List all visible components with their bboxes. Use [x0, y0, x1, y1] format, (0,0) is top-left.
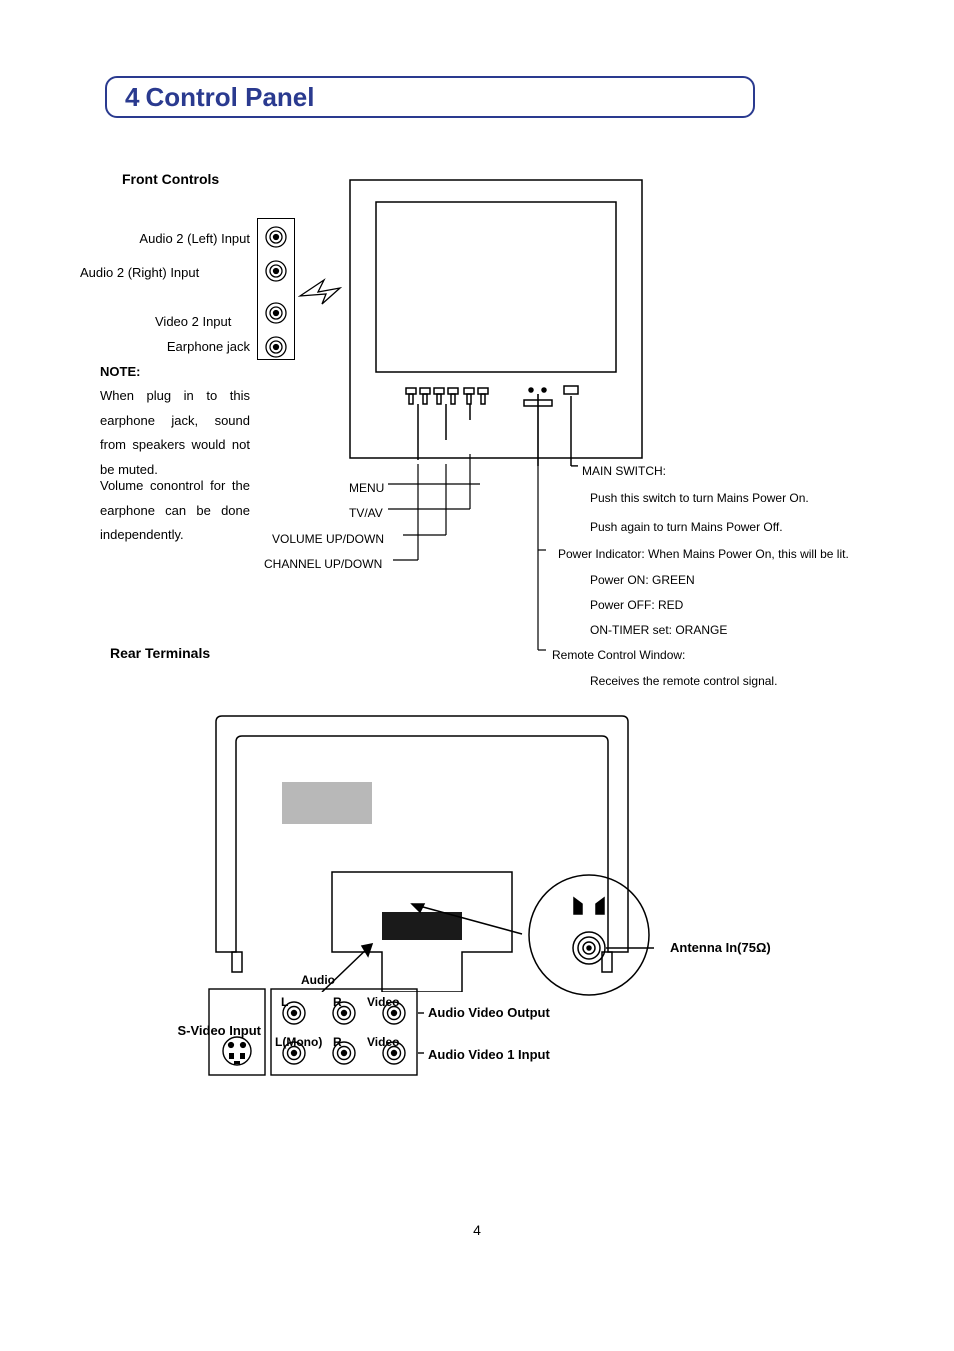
antenna-zoom-icon — [524, 870, 654, 1000]
av1-input-label: Audio Video 1 Input — [428, 1047, 550, 1062]
ontimer-label: ON-TIMER set: ORANGE — [590, 619, 727, 642]
menu-label: MENU — [349, 477, 384, 500]
audio-header-label: Audio — [301, 973, 335, 987]
video-label-bottom: Video — [367, 1035, 399, 1049]
vol-label: VOLUME UP/DOWN — [272, 528, 384, 551]
svideo-label: S-Video Input — [166, 1023, 261, 1038]
av-output-label: Audio Video Output — [428, 1005, 550, 1020]
power-indicator-label: Power Indicator: When Mains Power On, th… — [558, 543, 849, 566]
ch-label: CHANNEL UP/DOWN — [264, 553, 382, 576]
jack-icon-group — [258, 219, 294, 359]
main-switch-heading: MAIN SWITCH: — [582, 460, 666, 483]
power-on-label: Power ON: GREEN — [590, 569, 695, 592]
rear-terminals-heading: Rear Terminals — [110, 645, 210, 661]
section-title: Control Panel — [145, 82, 314, 113]
tvav-label: TV/AV — [349, 502, 383, 525]
note-body1: When plug in to this earphone jack, soun… — [100, 384, 250, 483]
earphone-label: Earphone jack — [149, 335, 250, 360]
video-label-top: Video — [367, 995, 399, 1009]
note-heading: NOTE: — [100, 360, 140, 385]
rcw-label: Remote Control Window: — [552, 644, 685, 667]
front-controls-heading: Front Controls — [122, 171, 219, 187]
audio2-right-label: Audio 2 (Right) Input — [80, 261, 250, 286]
audio2-left-label: Audio 2 (Left) Input — [80, 227, 250, 252]
page-number: 4 — [0, 1222, 954, 1238]
antenna-label: Antenna In(75Ω) — [670, 940, 771, 955]
front-jack-panel — [257, 218, 295, 360]
section-title-bar: 4 Control Panel — [105, 76, 755, 118]
svideo-label-text: S-Video Input — [177, 1023, 261, 1038]
main-switch-line1: Push this switch to turn Mains Power On. — [590, 487, 809, 510]
R-label-top: R — [333, 995, 342, 1009]
section-number: 4 — [125, 82, 139, 113]
note-body2: Volume conontrol for the earphone can be… — [100, 474, 250, 548]
R-label-bottom: R — [333, 1035, 342, 1049]
video2-label: Video 2 Input — [155, 310, 250, 335]
rcw-desc-label: Receives the remote control signal. — [590, 670, 777, 693]
lmono-label: L(Mono) — [275, 1035, 322, 1049]
power-off-label: Power OFF: RED — [590, 594, 683, 617]
main-switch-line2: Push again to turn Mains Power Off. — [590, 516, 783, 539]
L-label-top: L — [281, 995, 288, 1009]
pointer-arrow-icon — [298, 278, 342, 308]
